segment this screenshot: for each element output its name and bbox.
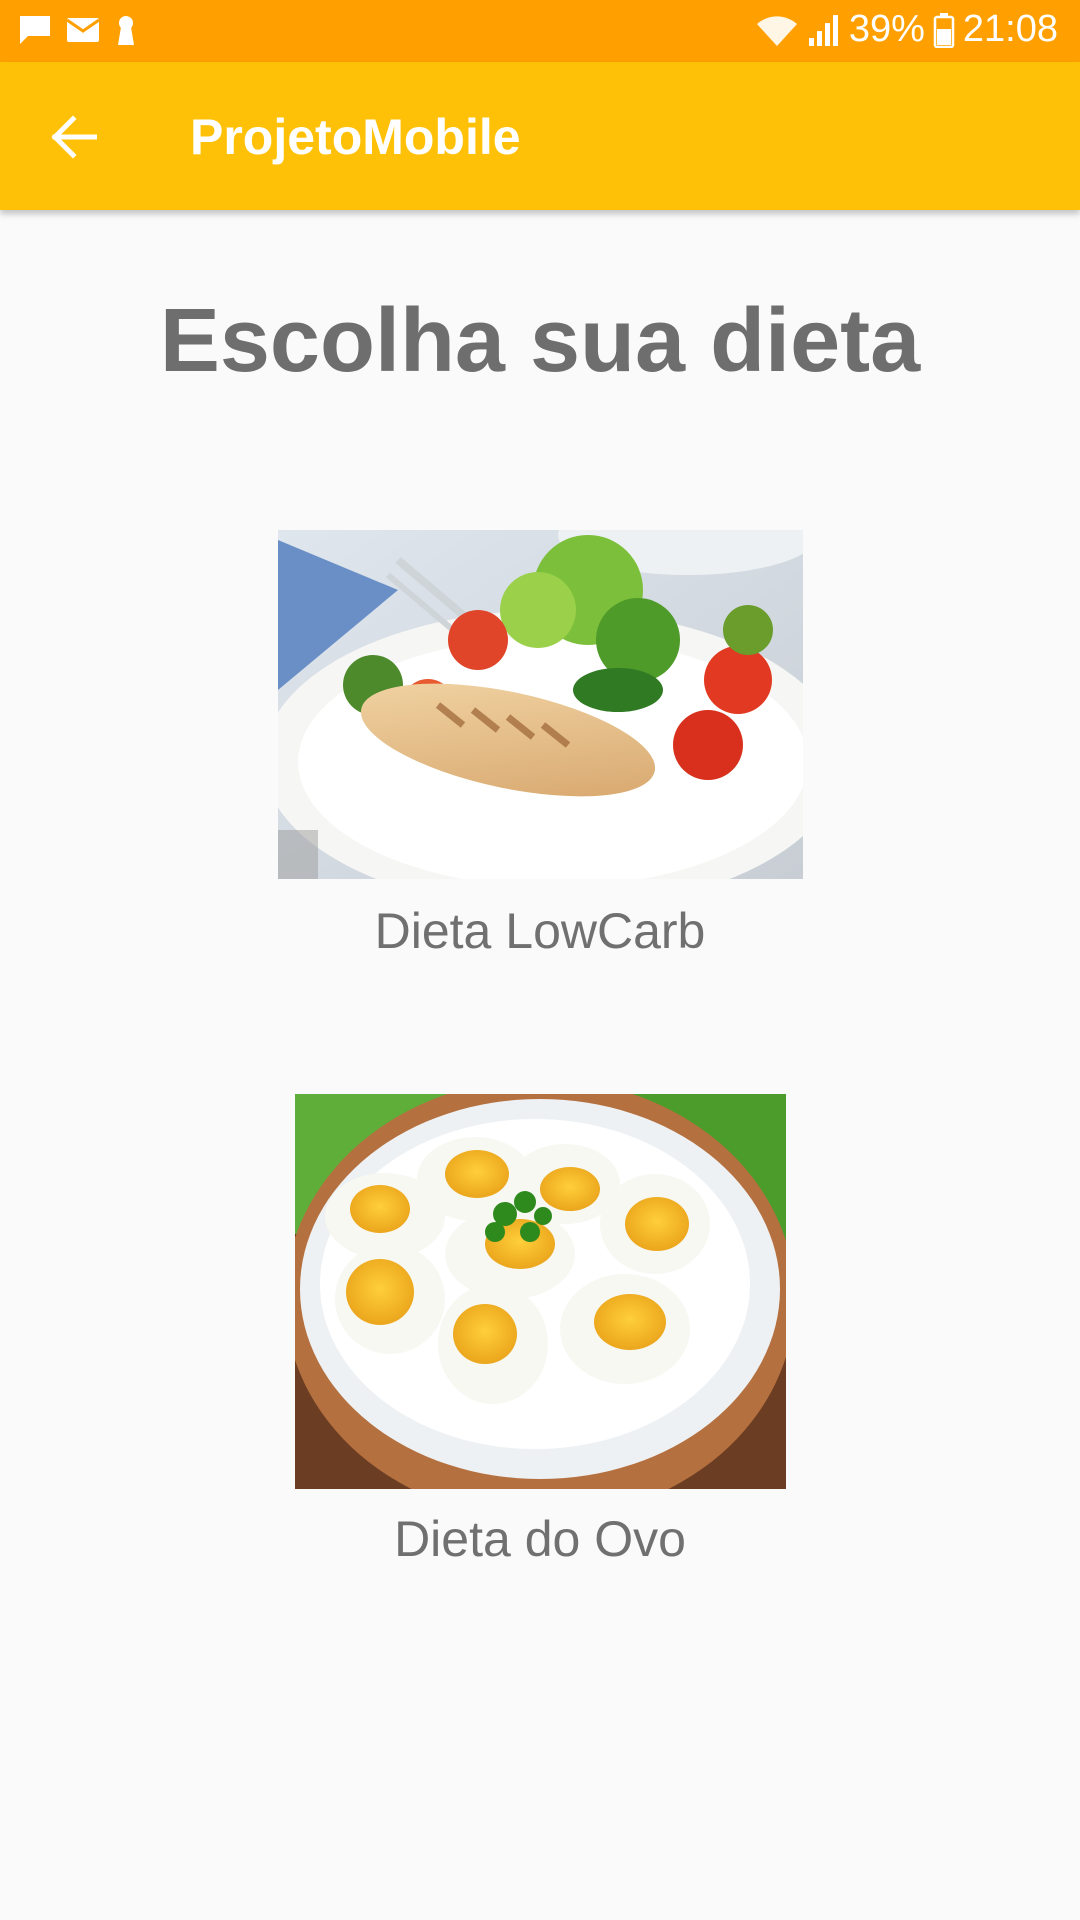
keyhole-icon <box>114 14 138 46</box>
clock: 21:08 <box>962 8 1058 50</box>
mail-icon <box>66 16 100 44</box>
message-icon <box>18 14 52 46</box>
grilled-chicken-salad-image[interactable] <box>278 530 803 879</box>
arrow-back-icon <box>49 114 98 164</box>
status-bar: 39% 21:08 <box>0 0 1080 62</box>
diet-card-lowcarb[interactable]: Dieta LowCarb <box>0 530 1080 970</box>
diet-card-ovo[interactable]: Dieta do Ovo <box>0 1094 1080 1574</box>
system-status: 39% 21:08 <box>755 8 1058 51</box>
diet-label-lowcarb[interactable]: Dieta LowCarb <box>0 902 1080 960</box>
battery-percent: 39% <box>848 8 925 50</box>
back-button[interactable] <box>36 102 110 176</box>
page-title: Escolha sua dieta <box>159 291 921 391</box>
notification-icons <box>18 14 138 46</box>
wifi-icon <box>755 12 799 48</box>
app-title: ProjetoMobile <box>190 109 521 165</box>
boiled-eggs-plate-image[interactable] <box>295 1094 786 1489</box>
battery-icon <box>933 12 955 48</box>
app-bar: ProjetoMobile <box>0 62 1080 210</box>
diet-label-ovo[interactable]: Dieta do Ovo <box>0 1510 1080 1568</box>
signal-icon <box>807 12 841 48</box>
